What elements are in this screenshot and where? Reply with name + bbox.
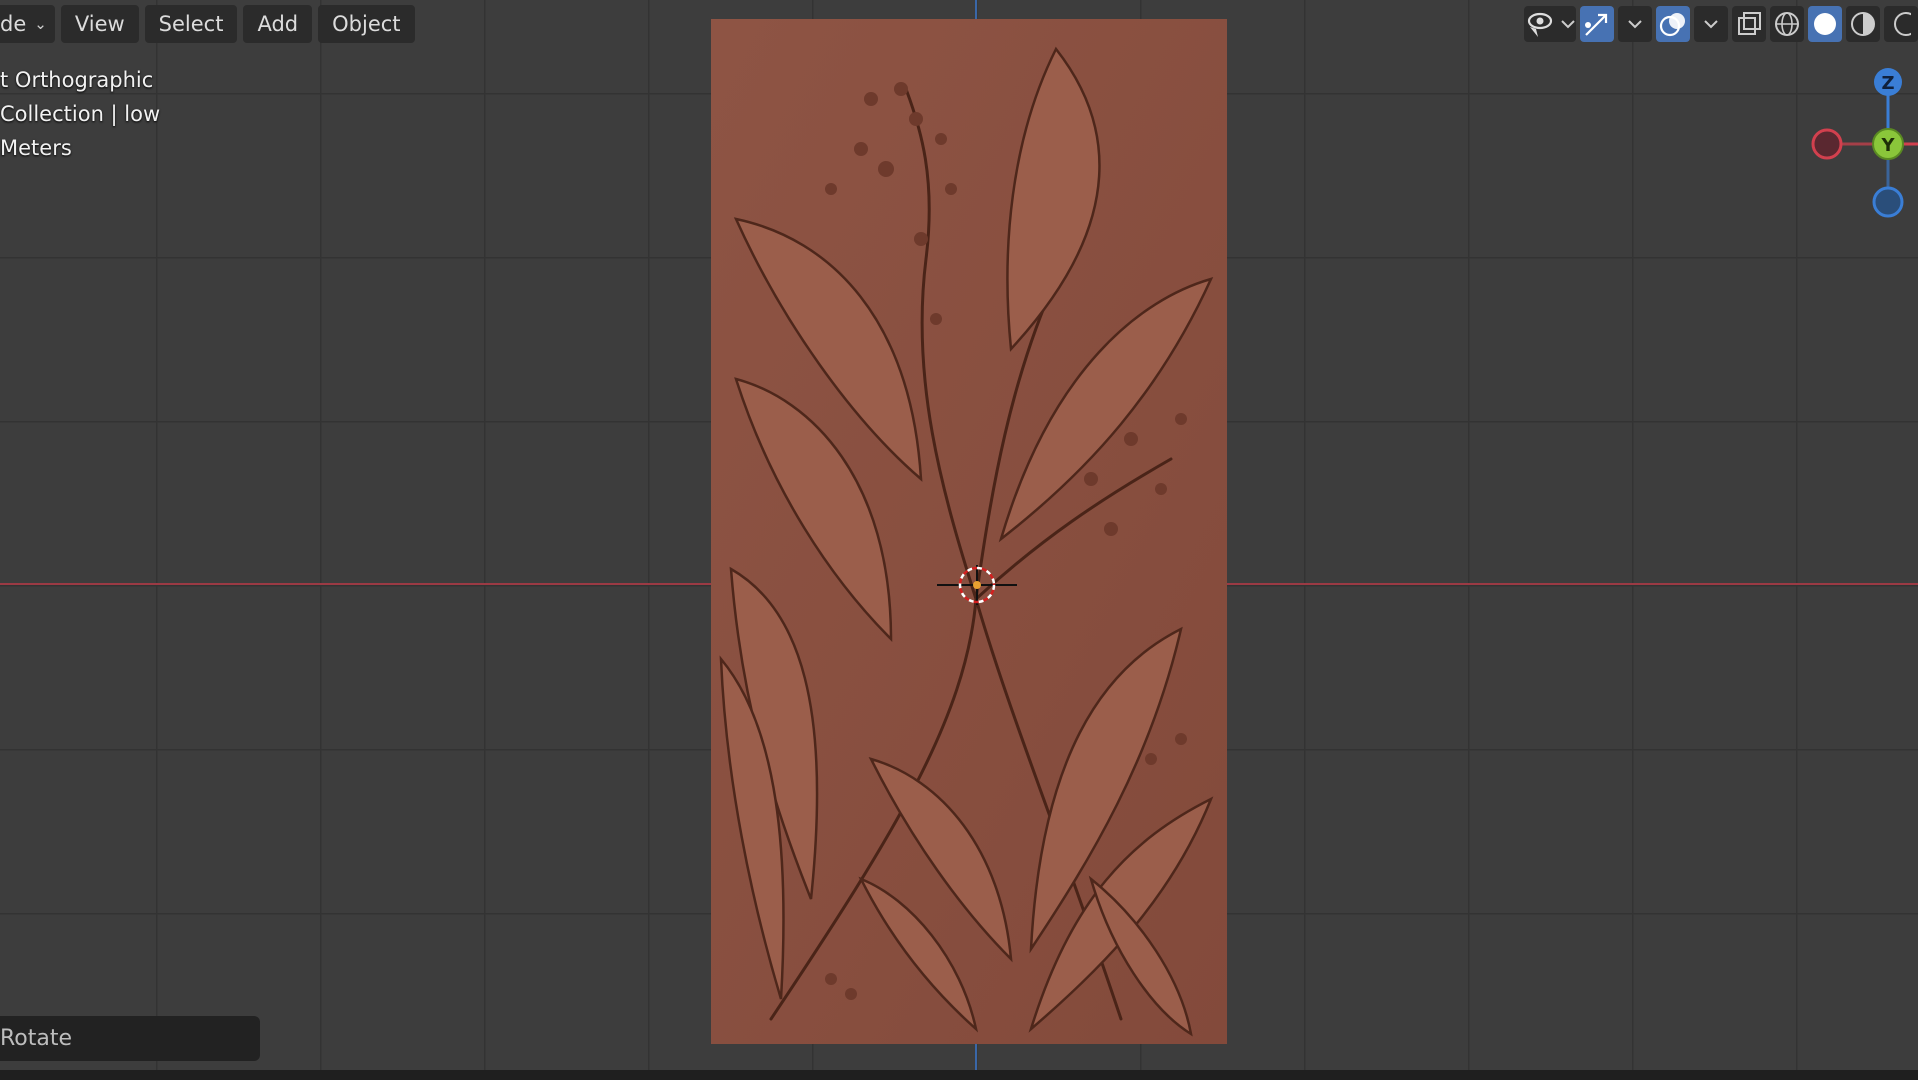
gizmo-neg-z-handle[interactable] [1872,186,1904,218]
viewport-header: de ⌄ View Select Add Object [0,0,415,48]
operator-panel-rotate[interactable]: Rotate [0,1016,260,1061]
menu-object[interactable]: Object [318,5,415,43]
viewport-info-overlay: t Orthographic Collection | low Meters [0,63,160,165]
3d-cursor-icon [937,565,1017,605]
status-bar [0,1070,1918,1080]
menu-select[interactable]: Select [144,5,238,43]
solid-shading-icon[interactable] [1808,6,1842,42]
overlay-toggle-icon[interactable] [1656,6,1690,42]
relief-panel-image [711,19,1227,1044]
visibility-icon[interactable] [1524,6,1576,42]
units-info: Meters [0,136,72,160]
material-shading-icon[interactable] [1846,6,1880,42]
rendered-shading-icon[interactable] [1884,6,1918,42]
gizmo-neg-x-handle[interactable] [1811,128,1843,160]
menu-add[interactable]: Add [243,5,313,43]
operator-panel-label: Rotate [0,1026,73,1051]
gizmo-toggle-icon[interactable] [1580,6,1614,42]
navigation-gizmo[interactable]: Z Y [1800,62,1918,232]
mode-dropdown[interactable]: de ⌄ [0,5,55,43]
menu-view[interactable]: View [60,5,139,43]
view-name: t Orthographic [0,68,154,92]
wireframe-shading-icon[interactable] [1770,6,1804,42]
chevron-down-icon: ⌄ [34,15,47,33]
chevron-down-icon[interactable] [1618,6,1652,42]
gizmo-z-label: Z [1881,73,1894,94]
chevron-down-icon[interactable] [1694,6,1728,42]
viewport-toolbar-right [1524,4,1918,44]
relief-panel-object[interactable] [711,19,1227,1044]
gizmo-y-label: Y [1880,135,1895,156]
xray-icon[interactable] [1732,6,1766,42]
collection-info: Collection | low [0,102,161,126]
mode-label: de [0,12,27,36]
